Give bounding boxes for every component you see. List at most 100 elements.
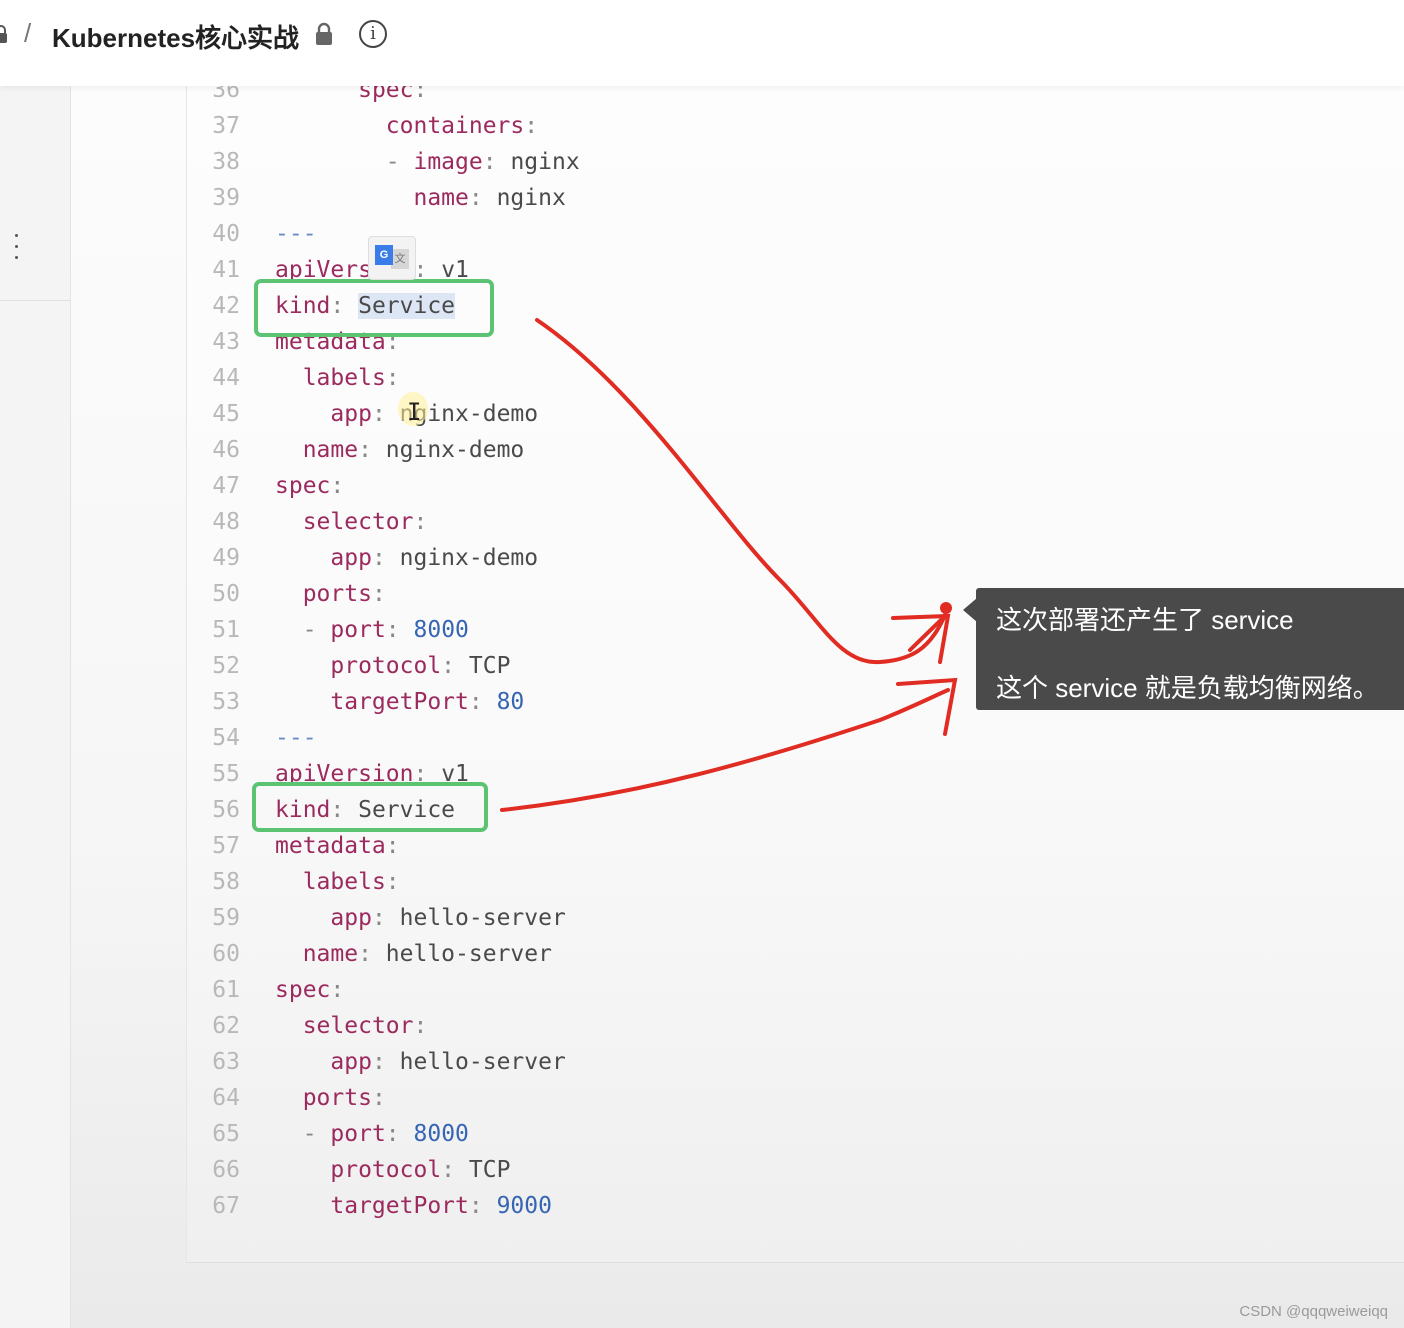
code-token: -: [302, 617, 331, 643]
code-token: -: [385, 149, 414, 175]
code-token: :: [371, 1049, 400, 1075]
code-token: protocol: [330, 1157, 442, 1183]
code-token: :: [468, 689, 497, 715]
code-token: :: [371, 905, 400, 931]
lock-icon: [0, 25, 7, 43]
line-number: 49: [212, 545, 240, 571]
tooltip-line-2: 这个 service 就是负载均衡网络。: [996, 673, 1379, 703]
page-title[interactable]: Kubernetes核心实战: [52, 18, 299, 55]
line-text: spec:: [275, 468, 344, 504]
line-text: targetPort: 80: [275, 684, 524, 720]
code-token: TCP: [468, 1157, 511, 1183]
code-token: -: [302, 1121, 331, 1147]
code-token: spec: [275, 473, 331, 499]
tooltip-pointer: [963, 598, 977, 622]
line-text: ports:: [275, 576, 386, 612]
top-bar: / Kubernetes核心实战 i: [0, 0, 1404, 86]
code-token: :: [413, 1013, 428, 1039]
line-number: 40: [212, 221, 240, 247]
line-number: 62: [212, 1013, 240, 1039]
code-token: protocol: [330, 653, 442, 679]
code-token: hello-server: [399, 905, 566, 931]
lock-icon: [316, 22, 332, 45]
code-token: :: [330, 473, 345, 499]
translate-icon[interactable]: 文 G: [368, 236, 416, 280]
line-number: 53: [212, 689, 240, 715]
code-token: hello-server: [399, 1049, 566, 1075]
line-text: ---: [275, 720, 317, 756]
line-text: selector:: [275, 1008, 428, 1044]
code-token: :: [371, 545, 400, 571]
line-number: 66: [212, 1157, 240, 1183]
code-token: :: [371, 1085, 386, 1111]
line-text: labels:: [275, 360, 400, 396]
code-token: 9000: [496, 1193, 552, 1219]
code-token: containers: [385, 113, 525, 139]
code-token: app: [330, 545, 372, 571]
line-number: 37: [212, 113, 240, 139]
line-number: 48: [212, 509, 240, 535]
line-number: 41: [212, 257, 240, 283]
line-number: 44: [212, 365, 240, 391]
more-vertical-icon[interactable]: [10, 234, 22, 268]
sidebar: [0, 86, 71, 1328]
code-token: name: [302, 941, 359, 967]
code-token: nginx: [510, 149, 580, 175]
line-text: protocol: TCP: [275, 1152, 510, 1188]
code-token: :: [385, 617, 414, 643]
code-token: :: [413, 509, 428, 535]
code-token: 8000: [413, 1121, 469, 1147]
line-number: 67: [212, 1193, 240, 1219]
code-token: selector: [302, 1013, 414, 1039]
line-number: 46: [212, 437, 240, 463]
line-text: selector:: [275, 504, 428, 540]
line-text: labels:: [275, 864, 400, 900]
code-token: hello-server: [385, 941, 552, 967]
code-token: :: [385, 833, 400, 859]
line-number: 47: [212, 473, 240, 499]
code-token: :: [441, 1157, 469, 1183]
line-number: 60: [212, 941, 240, 967]
code-token: targetPort: [330, 1193, 469, 1219]
code-token: :: [385, 365, 400, 391]
line-number: 64: [212, 1085, 240, 1111]
code-token: :: [358, 941, 386, 967]
code-token: :: [468, 185, 497, 211]
line-number: 57: [212, 833, 240, 859]
code-token: 8000: [413, 617, 469, 643]
line-text: metadata:: [275, 828, 400, 864]
code-token: metadata: [275, 833, 386, 859]
line-text: app: hello-server: [275, 1044, 566, 1080]
breadcrumb-separator: /: [24, 18, 32, 48]
line-text: - port: 8000: [275, 1116, 469, 1152]
code-token: selector: [302, 509, 414, 535]
line-number: 39: [212, 185, 240, 211]
code-token: ports: [302, 1085, 372, 1111]
line-text: - image: nginx: [275, 144, 580, 180]
code-token: ports: [302, 581, 372, 607]
code-token: 80: [496, 689, 525, 715]
info-icon[interactable]: i: [359, 20, 387, 48]
line-number: 63: [212, 1049, 240, 1075]
line-number: 61: [212, 977, 240, 1003]
code-token: image: [413, 149, 483, 175]
code-token: port: [330, 1121, 386, 1147]
code-token: ---: [275, 221, 317, 247]
line-text: targetPort: 9000: [275, 1188, 552, 1224]
code-token: :: [524, 113, 539, 139]
code-token: name: [302, 437, 359, 463]
line-text: - port: 8000: [275, 612, 469, 648]
code-token: :: [441, 653, 469, 679]
code-token: app: [330, 401, 372, 427]
code-token: name: [413, 185, 469, 211]
code-token: app: [330, 905, 372, 931]
line-number: 50: [212, 581, 240, 607]
line-number: 56: [212, 797, 240, 823]
